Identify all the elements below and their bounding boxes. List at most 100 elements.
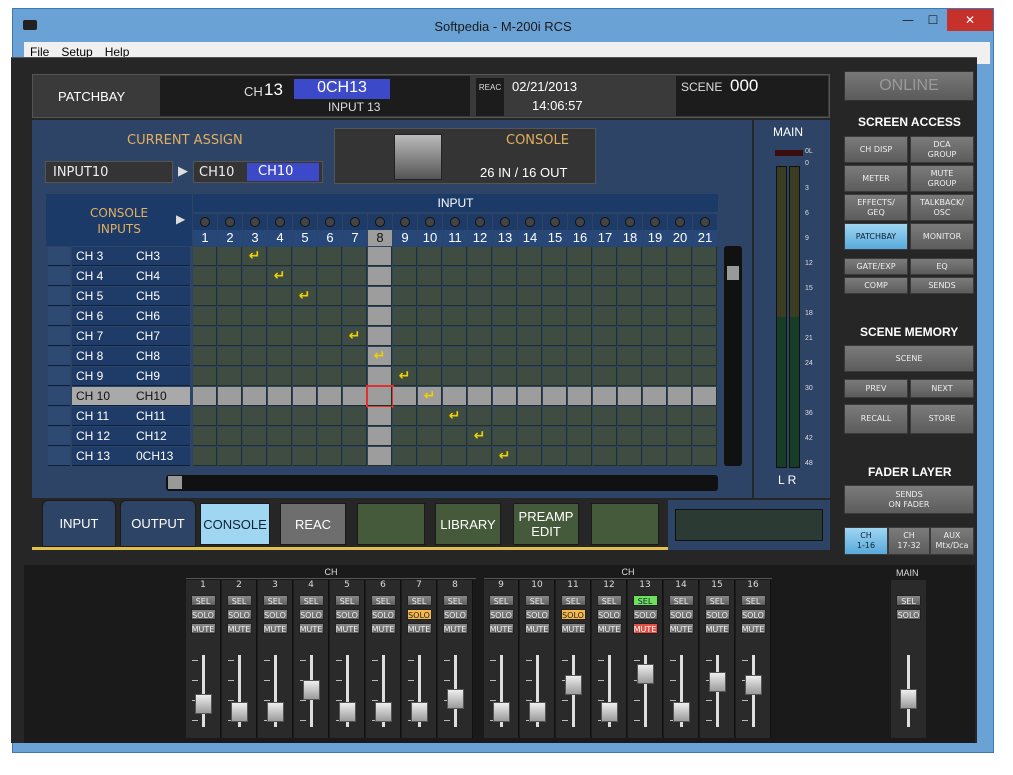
main-sel-button[interactable]: SEL (896, 595, 921, 606)
patch-cell[interactable] (668, 387, 692, 406)
patch-cell[interactable] (318, 427, 342, 446)
patch-cell[interactable] (693, 407, 717, 426)
input-column-21[interactable]: 21 (693, 230, 717, 246)
patch-cell[interactable] (318, 367, 342, 386)
access-eq-button[interactable]: EQ (910, 258, 974, 275)
access-meter-button[interactable]: METER (844, 165, 908, 192)
patch-cell[interactable] (568, 427, 592, 446)
patch-cell[interactable] (293, 427, 317, 446)
mute-button[interactable]: MUTE (596, 623, 622, 634)
solo-button[interactable]: SOLO (334, 609, 360, 620)
access-sends-button[interactable]: SENDS (910, 277, 974, 294)
layer-ch-17-32-button[interactable]: CH 17-32 (888, 527, 930, 555)
next-button[interactable]: NEXT (910, 379, 974, 398)
input-column-12[interactable]: 12 (468, 230, 492, 246)
patch-cell[interactable] (193, 407, 217, 426)
patch-cell[interactable] (543, 247, 567, 266)
patch-cell[interactable] (243, 367, 267, 386)
patch-cell[interactable] (518, 267, 542, 286)
sel-button[interactable]: SEL (406, 595, 432, 606)
patch-cell[interactable] (518, 387, 542, 406)
store-button[interactable]: STORE (910, 404, 974, 434)
patch-cell[interactable] (343, 447, 367, 466)
patch-cell[interactable] (343, 407, 367, 426)
patch-cell[interactable] (218, 447, 242, 466)
patch-cell[interactable] (318, 347, 342, 366)
solo-button[interactable]: SOLO (226, 609, 252, 620)
patch-cell[interactable] (543, 347, 567, 366)
patch-cell[interactable] (268, 427, 292, 446)
patch-assign-icon[interactable]: ↵ (293, 287, 317, 306)
solo-button[interactable]: SOLO (560, 609, 586, 620)
scene-button[interactable]: SCENE (844, 345, 974, 372)
patch-cell[interactable] (668, 447, 692, 466)
main-fader-cap[interactable] (900, 688, 917, 709)
mute-button[interactable]: MUTE (406, 623, 432, 634)
patch-cell[interactable] (518, 247, 542, 266)
patch-cell[interactable] (593, 367, 617, 386)
access-dca-group-button[interactable]: DCA GROUP (910, 136, 974, 163)
maximize-button[interactable]: ☐ (918, 9, 948, 31)
patch-cell[interactable] (268, 247, 292, 266)
fader-cap[interactable] (565, 674, 582, 695)
mute-button[interactable]: MUTE (632, 623, 658, 634)
patch-cell[interactable] (493, 347, 517, 366)
horizontal-scrollbar[interactable] (166, 475, 718, 491)
patch-cell[interactable] (293, 387, 317, 406)
sel-button[interactable]: SEL (370, 595, 396, 606)
sel-button[interactable]: SEL (524, 595, 550, 606)
patch-cell[interactable] (518, 307, 542, 326)
mute-button[interactable]: MUTE (442, 623, 468, 634)
patch-cell[interactable] (643, 307, 667, 326)
patch-cell[interactable] (218, 327, 242, 346)
patch-cell[interactable] (268, 367, 292, 386)
layer-ch-1-16-button[interactable]: CH 1-16 (844, 527, 888, 555)
vertical-scrollbar[interactable] (724, 246, 742, 466)
patch-cell[interactable] (443, 307, 467, 326)
patch-cell[interactable] (493, 287, 517, 306)
patch-cell[interactable] (366, 385, 394, 408)
patch-assign-icon[interactable]: ↵ (493, 447, 517, 466)
patch-cell[interactable] (668, 367, 692, 386)
fader-cap[interactable] (529, 702, 546, 723)
solo-button[interactable]: SOLO (442, 609, 468, 620)
patch-cell[interactable] (693, 367, 717, 386)
patch-cell[interactable] (468, 387, 492, 406)
patch-cell[interactable] (193, 347, 217, 366)
row-label-CH12[interactable]: CH 12 CH12 (72, 427, 190, 446)
patch-cell[interactable] (668, 307, 692, 326)
fader-cap[interactable] (745, 674, 762, 695)
patch-cell[interactable] (668, 347, 692, 366)
patch-cell[interactable] (668, 407, 692, 426)
patch-cell[interactable] (218, 307, 242, 326)
row-label-CH6[interactable]: CH 6 CH6 (72, 307, 190, 326)
input-column-20[interactable]: 20 (668, 230, 692, 246)
access-gate-exp-button[interactable]: GATE/EXP (844, 258, 908, 275)
fader-cap[interactable] (447, 688, 464, 709)
patch-cell[interactable] (543, 307, 567, 326)
patch-cell[interactable] (568, 367, 592, 386)
patch-cell[interactable] (443, 347, 467, 366)
patch-cell[interactable] (393, 447, 417, 466)
mute-button[interactable]: MUTE (334, 623, 360, 634)
patch-cell[interactable] (343, 307, 367, 326)
input-column-1[interactable]: 1 (193, 230, 217, 246)
sel-button[interactable]: SEL (632, 595, 658, 606)
fader-cap[interactable] (303, 680, 320, 701)
patch-cell[interactable] (368, 287, 392, 306)
patch-cell[interactable] (543, 267, 567, 286)
patch-cell[interactable] (368, 367, 392, 386)
patch-cell[interactable] (393, 267, 417, 286)
mute-button[interactable]: MUTE (668, 623, 694, 634)
patch-cell[interactable] (418, 267, 442, 286)
patch-cell[interactable] (268, 307, 292, 326)
patch-cell[interactable] (218, 427, 242, 446)
patch-assign-icon[interactable]: ↵ (268, 267, 292, 286)
patch-cell[interactable] (218, 247, 242, 266)
patch-cell[interactable] (618, 247, 642, 266)
patch-cell[interactable] (318, 327, 342, 346)
patch-cell[interactable] (418, 287, 442, 306)
solo-button[interactable]: SOLO (406, 609, 432, 620)
patch-cell[interactable] (643, 287, 667, 306)
patch-cell[interactable] (193, 447, 217, 466)
